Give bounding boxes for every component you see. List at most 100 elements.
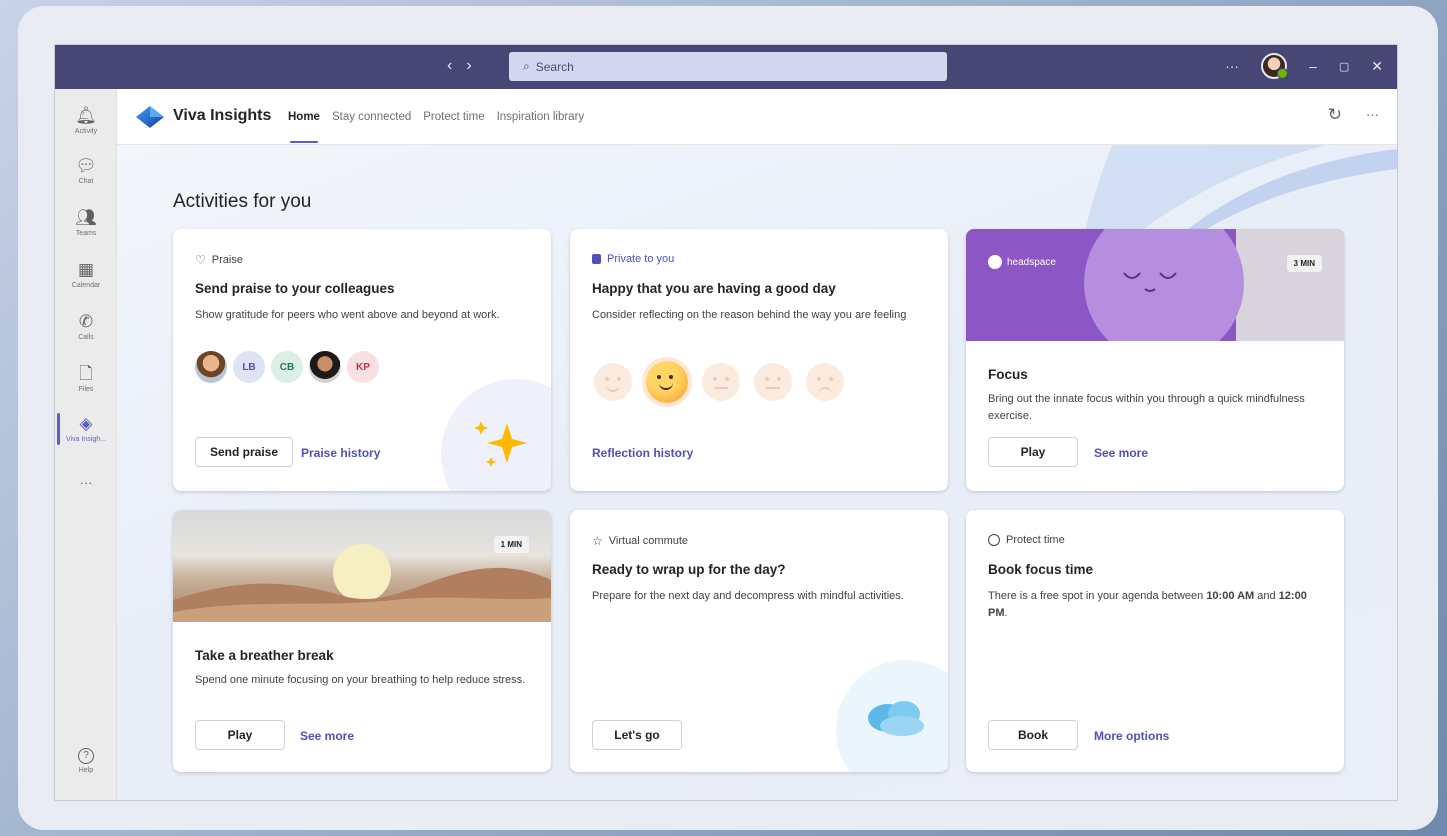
colleague-avatar[interactable]: LB [233, 351, 265, 383]
viva-insights-icon: ◈ [79, 414, 93, 433]
more-options-link[interactable]: More options [1094, 729, 1169, 743]
star-icon: ☆ [592, 534, 603, 548]
teams-window: ‹ › ⌕ Search ··· – ▢ ✕ 🔔︎ Activity 💬︎ Ch… [54, 44, 1398, 801]
protect-eyebrow: Protect time [988, 534, 1065, 546]
rail-item-chat[interactable]: 💬︎ Chat [55, 147, 117, 195]
more-options-icon[interactable]: ··· [1366, 105, 1379, 125]
card-description: There is a free spot in your agenda betw… [988, 590, 1307, 619]
send-praise-button[interactable]: Send praise [195, 437, 294, 467]
teams-icon: 👥︎ [75, 208, 97, 227]
chevron-left-icon[interactable]: ‹ [447, 57, 452, 75]
tab-stay-connected[interactable]: Stay connected [332, 89, 411, 145]
rail-item-files[interactable]: 🗋 Files [55, 355, 117, 403]
chat-icon: 💬︎ [75, 156, 97, 175]
phone-icon: ✆ [78, 312, 94, 331]
private-eyebrow: Private to you [592, 253, 674, 265]
calm-face-icon [1123, 272, 1177, 292]
headspace-banner: headspace 3 MIN [966, 229, 1344, 341]
app-header: Viva Insights Home Stay connected Protec… [117, 89, 1397, 145]
play-button[interactable]: Play [988, 437, 1078, 467]
see-more-link[interactable]: See more [1094, 446, 1148, 460]
card-description: Consider reflecting on the reason behind… [592, 309, 907, 321]
protect-time-card: Protect time Book focus time There is a … [966, 510, 1344, 772]
search-input[interactable]: ⌕ Search [509, 52, 947, 81]
clock-icon [988, 534, 1000, 546]
see-more-link[interactable]: See more [300, 729, 354, 743]
card-title: Focus [988, 367, 1028, 382]
colleague-avatar[interactable] [309, 351, 341, 383]
more-apps-icon: ··· [79, 475, 93, 490]
colleague-avatars: LB CB KP [195, 351, 379, 383]
lock-icon [592, 254, 601, 264]
headspace-logo: headspace [988, 255, 1056, 269]
title-bar: ‹ › ⌕ Search ··· – ▢ ✕ [55, 45, 1397, 89]
card-description: Bring out the innate focus within you th… [988, 393, 1305, 422]
rail-item-calls[interactable]: ✆ Calls [55, 303, 117, 351]
more-options-icon[interactable]: ··· [1225, 58, 1239, 74]
app-rail: 🔔︎ Activity 💬︎ Chat 👥︎ Teams ▦ Calendar … [55, 89, 117, 800]
file-icon: 🗋 [79, 364, 93, 383]
card-title: Send praise to your colleagues [195, 281, 395, 296]
book-button[interactable]: Book [988, 720, 1078, 750]
rail-item-viva-insights[interactable]: ◈ Viva Insigh... [55, 405, 117, 453]
tab-home[interactable]: Home [288, 89, 320, 145]
tab-inspiration-library[interactable]: Inspiration library [497, 89, 585, 145]
tab-bar: Home Stay connected Protect time Inspira… [288, 89, 584, 145]
rail-more-apps[interactable]: ··· [55, 459, 117, 507]
header-actions: ↻ ··· [1328, 105, 1379, 125]
mood-okay-icon[interactable] [702, 363, 740, 401]
minimize-button[interactable]: – [1309, 58, 1317, 74]
rail-item-activity[interactable]: 🔔︎ Activity [55, 97, 117, 145]
hills-graphic [173, 567, 551, 622]
play-button[interactable]: Play [195, 720, 285, 750]
mood-meh-icon[interactable] [754, 363, 792, 401]
lightbulb-icon: ♡ [195, 253, 206, 267]
card-title: Happy that you are having a good day [592, 281, 836, 296]
mood-great-icon[interactable] [594, 363, 632, 401]
maximize-button[interactable]: ▢ [1339, 60, 1349, 73]
duration-badge: 3 MIN [1286, 255, 1322, 272]
praise-card: ♡ Praise Send praise to your colleagues … [173, 229, 551, 491]
mood-good-icon[interactable] [646, 361, 688, 403]
colleague-avatar[interactable]: KP [347, 351, 379, 383]
card-title: Ready to wrap up for the day? [592, 562, 786, 577]
section-title: Activities for you [173, 191, 312, 212]
rail-item-calendar[interactable]: ▦ Calendar [55, 251, 117, 299]
commute-eyebrow: ☆ Virtual commute [592, 534, 689, 548]
virtual-commute-card: ☆ Virtual commute Ready to wrap up for t… [570, 510, 948, 772]
chevron-right-icon[interactable]: › [466, 57, 471, 75]
card-description: Prepare for the next day and decompress … [592, 590, 904, 602]
history-nav: ‹ › [447, 57, 472, 75]
help-icon: ? [78, 748, 94, 764]
reflection-card: Private to you Happy that you are having… [570, 229, 948, 491]
breather-card: 1 MIN Take a breather break Spend one mi… [173, 510, 551, 772]
praise-eyebrow: ♡ Praise [195, 253, 243, 267]
cloud-icon [868, 701, 924, 736]
praise-history-link[interactable]: Praise history [301, 446, 380, 460]
colleague-avatar[interactable] [195, 351, 227, 383]
rail-item-teams[interactable]: 👥︎ Teams [55, 199, 117, 247]
refresh-icon[interactable]: ↻ [1328, 105, 1342, 125]
viva-insights-logo-icon [136, 106, 164, 128]
main-content: Activities for you ♡ Praise Send praise … [117, 145, 1397, 800]
sparkle-icon [474, 421, 527, 467]
landscape-banner: 1 MIN [173, 510, 551, 622]
bell-icon: 🔔︎ [75, 106, 97, 125]
calendar-icon: ▦ [77, 260, 95, 279]
card-title: Take a breather break [195, 648, 334, 663]
search-icon: ⌕ [523, 59, 530, 73]
window-controls: ··· – ▢ ✕ [1225, 53, 1383, 79]
card-title: Book focus time [988, 562, 1094, 577]
reflection-history-link[interactable]: Reflection history [592, 446, 693, 460]
user-avatar[interactable] [1261, 53, 1289, 79]
mood-bad-icon[interactable] [806, 363, 844, 401]
rail-item-help[interactable]: ? Help [55, 737, 117, 785]
tab-protect-time[interactable]: Protect time [423, 89, 484, 145]
card-description: Show gratitude for peers who went above … [195, 309, 500, 321]
lets-go-button[interactable]: Let's go [592, 720, 682, 750]
search-placeholder: Search [535, 59, 574, 74]
card-description: Spend one minute focusing on your breath… [195, 674, 526, 686]
colleague-avatar[interactable]: CB [271, 351, 303, 383]
close-button[interactable]: ✕ [1371, 58, 1383, 75]
slot-start-time: 10:00 AM [1206, 590, 1255, 602]
